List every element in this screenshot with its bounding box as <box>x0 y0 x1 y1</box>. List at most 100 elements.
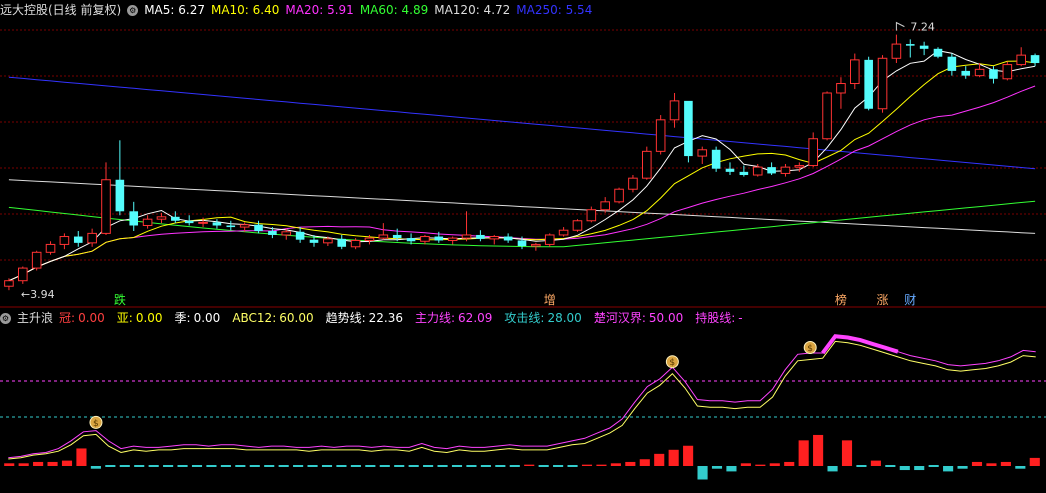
indicator-bar <box>639 459 650 466</box>
indicator-bar <box>581 464 593 466</box>
settings-icon[interactable]: ⚙ <box>127 5 139 16</box>
candle-body <box>350 239 361 248</box>
indicator-legend-item: 亚: 0.00 <box>116 311 163 325</box>
ma120-line <box>8 179 1036 234</box>
ma-legend-item: MA5: 6.27 <box>144 3 205 17</box>
candle-body <box>836 83 846 94</box>
candle-body <box>586 209 597 222</box>
candle-body <box>254 224 263 232</box>
candle-body <box>31 251 42 269</box>
indicator-bar <box>668 449 679 466</box>
indicator-bar <box>365 465 376 467</box>
candle-body <box>989 69 998 79</box>
indicator-bar <box>336 465 347 467</box>
candle-body <box>392 234 402 239</box>
candle-body <box>4 280 14 287</box>
candle-body <box>752 166 763 176</box>
ma-legend-item: MA10: 6.40 <box>210 3 280 17</box>
indicator-bar <box>755 464 766 466</box>
indicator-legend-item: 楚河汉界: 50.00 <box>593 311 684 325</box>
indicator-bar <box>841 440 853 466</box>
candle-body <box>87 232 97 244</box>
indicator-bar <box>148 465 159 467</box>
indicator-bar <box>18 463 29 466</box>
indicator-legend-item: 冠: 0.00 <box>59 311 105 325</box>
indicator-bar <box>4 463 15 466</box>
indicator-bar <box>177 465 188 467</box>
candle-body <box>198 221 208 224</box>
event-label: 跌 <box>114 292 126 307</box>
candle-body <box>461 234 472 239</box>
candle-body <box>1030 55 1040 64</box>
candle-body <box>739 171 749 176</box>
indicator-bar <box>47 461 58 466</box>
indicator-bar <box>33 461 44 466</box>
high-price-label: 7.24 <box>910 21 935 34</box>
candle-body <box>281 231 292 236</box>
event-label: 榜 <box>835 292 847 307</box>
ma-legend-item: MA250: 5.54 <box>516 3 593 17</box>
indicator-settings-icon[interactable]: ⚙ <box>0 313 11 324</box>
indicator-bar <box>914 466 925 471</box>
indicator-bar <box>1029 457 1040 466</box>
indicator-bar <box>423 465 434 467</box>
candle-body <box>503 236 513 241</box>
event-label: 财 <box>904 293 916 307</box>
candle-body <box>684 100 693 157</box>
candle-body <box>447 237 458 241</box>
indicator-bar <box>697 466 708 480</box>
candle-body <box>850 59 860 85</box>
indicator-bar <box>798 440 809 466</box>
chart-title[interactable]: 远大控股(日线 前复权) <box>0 3 121 17</box>
candle-body <box>767 167 776 174</box>
candle-body <box>295 231 305 240</box>
candlesticks <box>4 34 1040 291</box>
candle-body <box>711 149 721 169</box>
candle-body <box>794 165 805 168</box>
indicator-bar <box>740 463 751 466</box>
candle-body <box>864 59 873 109</box>
indicator-bar <box>971 461 983 466</box>
chart-grid <box>0 29 1046 308</box>
candle-body <box>18 267 28 282</box>
candle-body <box>905 44 915 46</box>
indicator-bar <box>76 448 87 466</box>
main-legend: 远大控股(日线 前复权) ⚙ MA5: 6.27 MA10: 6.40 MA20: 5.… <box>0 0 604 20</box>
candle-body <box>101 179 111 234</box>
ma20-line <box>8 85 1036 282</box>
candle-body <box>891 43 902 59</box>
candle-body <box>406 238 416 242</box>
indicator-bar <box>683 445 694 466</box>
indicator-bar <box>610 463 621 466</box>
candle-body <box>961 70 971 76</box>
indicator-bar <box>957 466 968 469</box>
indicator-bar <box>105 465 116 467</box>
candle-body <box>531 243 541 247</box>
indicator-legend-item: ABC12: 60.00 <box>232 311 314 325</box>
candle-body <box>558 229 569 236</box>
indicator-bar <box>596 464 607 466</box>
ma-legend-item: MA20: 5.91 <box>285 3 354 17</box>
candle-body <box>947 56 957 71</box>
indicator-bar <box>278 465 289 467</box>
indicator-legend-item: 季: 0.00 <box>174 311 221 325</box>
indicator-line-main <box>8 335 1036 459</box>
high-marker <box>895 21 905 31</box>
indicator-bar <box>870 460 881 466</box>
event-label: 涨 <box>877 292 889 307</box>
indicator-bar <box>784 461 795 466</box>
candle-body <box>171 216 180 221</box>
candle-body <box>378 234 389 239</box>
candle-body <box>226 225 236 228</box>
event-label: 增 <box>544 293 556 307</box>
indicator-bar <box>1015 466 1026 469</box>
money-bag-icon-glyph: $ <box>807 344 813 354</box>
indicator-bar <box>293 465 304 467</box>
candle-body <box>642 150 652 179</box>
candle-body <box>517 240 527 246</box>
candle-body <box>337 238 347 247</box>
indicator-bar <box>928 465 939 467</box>
candle-body <box>129 211 139 226</box>
indicator-title[interactable]: 主升浪 <box>17 311 53 325</box>
candle-body <box>808 138 818 167</box>
